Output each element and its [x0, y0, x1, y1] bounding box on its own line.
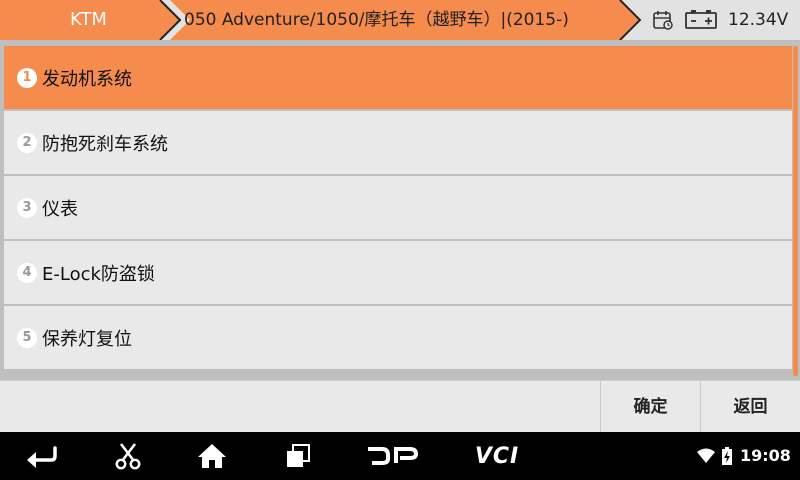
menu-item-label: 发动机系统: [42, 68, 132, 90]
menu-item-label: 防抱死刹车系统: [42, 133, 168, 155]
item-number-badge: 2: [17, 132, 37, 153]
home-icon[interactable]: [190, 432, 234, 480]
system-nav-bar: VCI 19:08: [0, 432, 800, 480]
breadcrumb-brand[interactable]: KTM: [0, 0, 180, 40]
breadcrumb-model-path[interactable]: 050 Adventure/1050/摩托车（越野车）|(2015-): [184, 0, 614, 40]
header-bar: KTM 050 Adventure/1050/摩托车（越野车）|(2015-): [0, 0, 800, 40]
calendar-icon[interactable]: [652, 9, 674, 31]
menu-item-label: E-Lock防盗锁: [42, 263, 155, 285]
battery-icon: [685, 10, 717, 29]
scissors-icon[interactable]: [106, 432, 150, 480]
recent-apps-icon[interactable]: [276, 432, 320, 480]
status-area: 12.34V: [650, 0, 800, 40]
action-bar: 确定 返回: [0, 380, 800, 433]
back-arrow-icon[interactable]: [20, 432, 64, 480]
item-number-badge: 3: [17, 197, 37, 218]
wifi-icon: [697, 448, 715, 463]
menu-item-abs-system[interactable]: 2 防抱死刹车系统: [4, 111, 792, 174]
system-clock: 19:08: [740, 446, 791, 465]
back-button[interactable]: 返回: [700, 381, 800, 433]
menu-item-label: 保养灯复位: [42, 328, 132, 350]
list-scrollbar[interactable]: [793, 46, 798, 376]
menu-list-container: 1 发动机系统 2 防抱死刹车系统 3 仪表 4 E-Lock防盗锁 5 保养灯…: [0, 40, 800, 380]
item-number-badge: 5: [17, 327, 37, 348]
confirm-button[interactable]: 确定: [600, 381, 700, 433]
battery-charging-icon: [722, 447, 732, 465]
menu-item-service-light-reset[interactable]: 5 保养灯复位: [4, 306, 792, 369]
app-window: KTM 050 Adventure/1050/摩托车（越野车）|(2015-): [0, 0, 800, 480]
item-number-badge: 4: [17, 262, 37, 283]
menu-item-label: 仪表: [42, 198, 78, 220]
item-number-badge: 1: [17, 67, 37, 88]
menu-item-elock-immobilizer[interactable]: 4 E-Lock防盗锁: [4, 241, 792, 304]
battery-voltage: 12.34V: [728, 10, 789, 30]
vci-label: VCI: [474, 443, 520, 469]
menu-list: 1 发动机系统 2 防抱死刹车系统 3 仪表 4 E-Lock防盗锁 5 保养灯…: [4, 46, 792, 371]
menu-item-instrument[interactable]: 3 仪表: [4, 176, 792, 239]
system-status: 19:08: [694, 432, 800, 480]
dp-logo-icon[interactable]: [362, 432, 422, 480]
vci-logo-icon[interactable]: VCI: [462, 432, 532, 480]
menu-item-engine-system[interactable]: 1 发动机系统: [4, 46, 792, 109]
